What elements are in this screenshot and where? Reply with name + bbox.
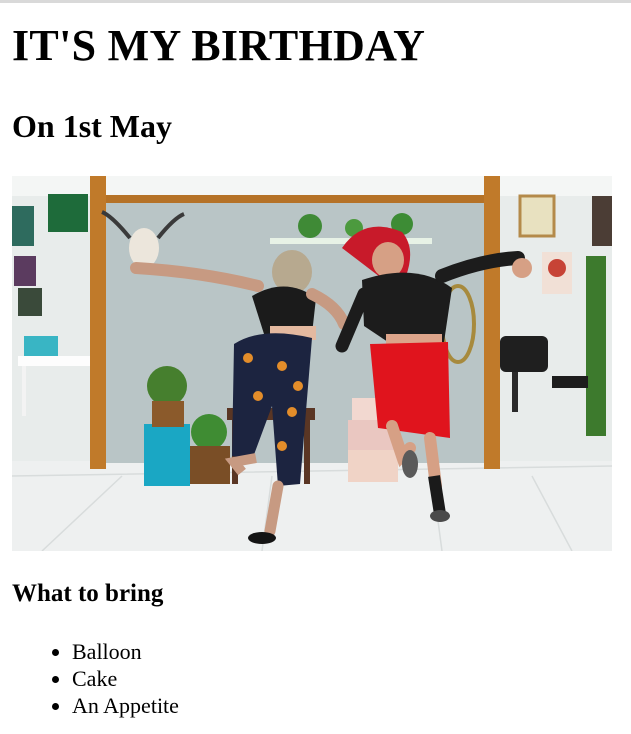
event-date-heading: On 1st May [12,108,172,144]
list-item: An Appetite [72,692,179,719]
top-divider [0,0,631,3]
bring-list: Balloon Cake An Appetite [40,638,179,719]
dancing-photo [12,176,612,551]
list-item: Cake [72,665,179,692]
page-title: IT'S MY BIRTHDAY [12,21,426,70]
list-item: Balloon [72,638,179,665]
what-to-bring-heading: What to bring [12,580,164,607]
